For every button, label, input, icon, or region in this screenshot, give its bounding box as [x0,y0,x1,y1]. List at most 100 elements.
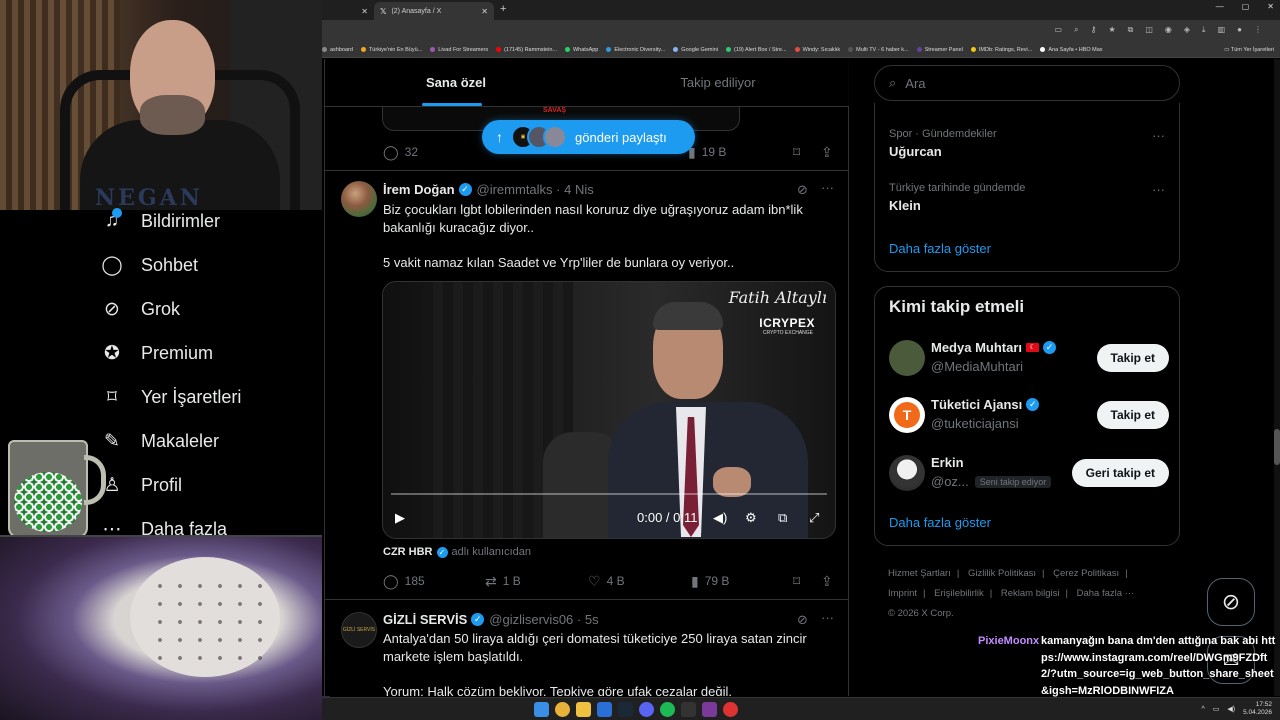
bookmark[interactable]: Electronic Diversity... [606,47,665,53]
bookmark[interactable]: Multi TV - 6 haber k... [848,47,909,53]
footer-link[interactable]: Imprint [888,588,917,599]
browser-tab-active[interactable]: 𝕏 (2) Anasayfa / X ✕ [374,2,494,20]
grok-icon[interactable]: ⊘ [797,182,808,198]
more-options-icon[interactable]: ··· [821,180,834,195]
trend-item[interactable]: Türkiye tarihinde gündemde Klein [889,182,1025,213]
footer-link[interactable]: Erişilebilirlik [934,588,984,599]
like-button[interactable]: ♡ 4 B [588,573,625,590]
nav-item-grok[interactable]: ⊘ Grok [100,296,180,322]
scrollbar[interactable] [1274,59,1280,696]
bookmark[interactable]: Streamer Panel [916,47,963,53]
share-button[interactable]: ⇪ [821,144,839,161]
nav-item-notifications[interactable]: ♫ Bildirimler [100,208,220,234]
avatar[interactable] [341,181,377,217]
extension-icon[interactable]: ◫ [1145,25,1153,35]
trends-show-more-link[interactable]: Daha fazla göster [889,241,991,256]
search-input[interactable]: ⌕ Ara [874,65,1180,101]
extension-icon[interactable]: ◉ [1165,25,1172,35]
video-progress-bar[interactable] [391,493,827,495]
views-button[interactable]: ▮ 79 B [691,573,729,590]
chrome-icon[interactable] [555,702,570,717]
network-icon[interactable]: ▭ [1213,705,1220,713]
avatar[interactable]: GİZLİ SERVİS [341,612,377,648]
extensions-icon[interactable]: ⧉ [1128,25,1134,35]
new-posts-pill[interactable]: ↑ ▣ gönderi paylaştı [482,120,695,154]
bookmark[interactable]: Livad For Streamers [430,47,488,53]
star-icon[interactable]: ★ [1108,25,1115,35]
start-icon[interactable] [534,702,549,717]
scrollbar-thumb[interactable] [1274,429,1280,465]
browser-tab[interactable]: ✕ [322,2,374,20]
author-handle[interactable]: @gizliservis06 [489,612,573,627]
key-icon[interactable]: ⚷ [1091,25,1097,35]
bookmark[interactable]: Windy: Sıcaklık [794,47,840,53]
trend-item[interactable]: Spor · Gündemdekiler Uğurcan [889,128,997,159]
discord-icon[interactable] [639,702,654,717]
profile-avatar-icon[interactable]: ● [1237,25,1242,35]
bookmark-button[interactable]: ⌑ [793,573,806,590]
close-window-icon[interactable]: ✕ [1267,2,1274,11]
follow-button[interactable]: Takip et [1096,401,1169,429]
bookmark[interactable]: IMDb: Ratings, Revi... [970,47,1032,53]
follow-suggestion[interactable]: Erkin @oz... Seni takip ediyor Geri taki… [889,453,1169,493]
video-player[interactable]: Fatih Altaylı ICRYPEX CRYPTO EXCHANGE ▶ … [382,281,836,539]
volume-icon[interactable]: ◀) [1227,705,1235,713]
minimize-icon[interactable]: — [1216,2,1224,11]
bookmark-button[interactable]: ⌑ [793,144,806,161]
app-icon[interactable] [597,702,612,717]
fullscreen-icon[interactable]: ⤢ [809,510,819,526]
follow-back-button[interactable]: Geri takip et [1071,459,1169,487]
author-handle[interactable]: @iremmtalks [477,182,553,197]
footer-link[interactable]: Çerez Politikası [1053,568,1119,579]
views-button[interactable]: ▮ 19 B [688,144,726,161]
author-name[interactable]: İrem Doğan [383,182,455,197]
menu-icon[interactable]: ⋮ [1254,25,1262,35]
follow-suggestion[interactable]: T Tüketici Ajansı ✓ @tuketiciajansi Taki… [889,395,1169,435]
bookmark[interactable]: ashboard [322,47,353,53]
grok-floating-button[interactable]: ⊘ [1207,578,1255,626]
more-options-icon[interactable]: ··· [821,610,834,625]
bookmark[interactable]: Ana Sayfa • HBO Max [1040,47,1103,53]
all-bookmarks[interactable]: ▭ Tüm Yer İşaretleri [1224,47,1274,53]
app-icon[interactable] [702,702,717,717]
settings-icon[interactable]: ⚙ [745,510,757,526]
pip-icon[interactable]: ⧉ [778,510,787,526]
footer-link[interactable]: Daha fazla ··· [1077,588,1135,599]
steam-icon[interactable] [618,702,633,717]
play-icon[interactable]: ▶ [395,510,405,526]
more-options-icon[interactable]: ··· [1152,182,1165,197]
follow-button[interactable]: Takip et [1096,344,1169,372]
follow-suggestion[interactable]: Medya Muhtarı ☾ ✓ @MediaMuhtari Takip et [889,338,1169,378]
sidebar-icon[interactable]: ▥ [1218,25,1226,35]
volume-icon[interactable]: ◀) [713,510,727,526]
grok-icon[interactable]: ⊘ [797,612,808,628]
bookmark[interactable]: (17145) Rammstein... [496,47,557,53]
new-tab-button[interactable]: + [500,3,506,15]
nav-item-bookmarks[interactable]: ⌑ Yer İşaretleri [100,384,241,410]
app-icon[interactable] [723,702,738,717]
folder-icon[interactable] [576,702,591,717]
clock[interactable]: 17:52 5.04.2026 [1243,701,1272,717]
nav-item-profile[interactable]: ♙ Profil [100,472,182,498]
extension-icon[interactable]: ◈ [1184,25,1190,35]
tab-following[interactable]: Takip ediliyor [587,59,849,106]
post-time[interactable]: 5s [585,612,599,627]
nav-item-premium[interactable]: ✪ Premium [100,340,213,366]
chevron-up-icon[interactable]: ^ [1201,706,1204,713]
more-options-icon[interactable]: ··· [1152,128,1165,143]
footer-link[interactable]: Hizmet Şartları [888,568,951,579]
footer-link[interactable]: Reklam bilgisi [1001,588,1060,599]
bookmark[interactable]: Google Gemini [673,47,718,53]
maximize-icon[interactable]: ▢ [1242,2,1250,11]
bookmark[interactable]: WhatsApp [564,47,598,53]
app-icon[interactable] [681,702,696,717]
reply-button[interactable]: ◯ 32 [383,144,418,161]
nav-item-articles[interactable]: ✎ Makaleler [100,428,219,454]
footer-link[interactable]: Gizlilik Politikası [968,568,1036,579]
reply-button[interactable]: ◯ 185 [383,573,425,590]
share-button[interactable]: ⇪ [821,573,839,590]
zoom-icon[interactable]: ⌕ [1074,25,1078,35]
author-name[interactable]: GİZLİ SERVİS [383,612,467,627]
tab-for-you[interactable]: Sana özel [325,59,587,106]
close-tab-icon[interactable]: ✕ [481,7,488,16]
